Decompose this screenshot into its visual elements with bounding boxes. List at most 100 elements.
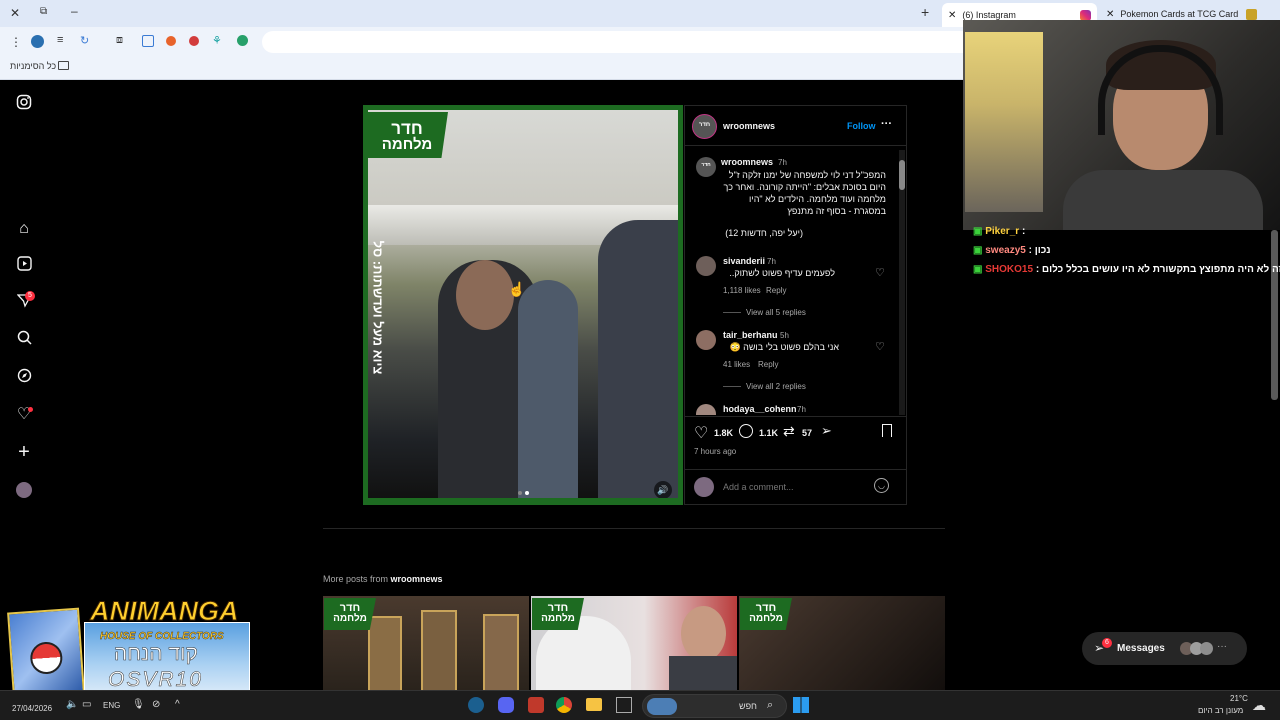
- discount-code: OSVR10: [108, 668, 203, 692]
- share-icon[interactable]: ➢: [821, 423, 832, 439]
- search-icon[interactable]: [14, 330, 34, 350]
- steam-app-icon[interactable]: [468, 697, 484, 713]
- view-replies[interactable]: View all 5 replies: [746, 308, 806, 317]
- comments-scrollbar[interactable]: [899, 150, 905, 415]
- tab-label: (6) Instagram: [962, 10, 1016, 20]
- view-replies[interactable]: View all 2 replies: [746, 382, 806, 391]
- weather-temperature[interactable]: 21°C: [1230, 694, 1248, 703]
- comment-input-bar: ◡: [685, 469, 906, 504]
- sponsor-brand: ANIMANGA: [90, 596, 239, 627]
- close-tab-icon[interactable]: ✕: [1106, 9, 1114, 20]
- weather-description[interactable]: מעונן רב היום: [1198, 706, 1243, 715]
- explore-icon[interactable]: [14, 368, 34, 388]
- comment-input[interactable]: [723, 479, 863, 495]
- likes-count[interactable]: 1.8K: [714, 428, 733, 438]
- caption-username[interactable]: wroomnews: [721, 157, 773, 167]
- more-posts-user[interactable]: wroomnews: [391, 574, 443, 584]
- comment-avatar[interactable]: [696, 330, 716, 350]
- bookmarks-all-label[interactable]: כל הסימניות: [10, 61, 56, 71]
- profile-avatar[interactable]: [16, 482, 32, 498]
- comment-likes[interactable]: 1,118 likes: [723, 286, 761, 295]
- follow-button[interactable]: Follow: [847, 121, 876, 131]
- comment-like-icon[interactable]: ♡: [875, 266, 885, 279]
- sponsor-overlay: ANIMANGA HOUSE OF COLLECTORS קוד הנחה OS…: [4, 594, 252, 699]
- comment-username[interactable]: hodaya__cohenn: [723, 404, 797, 414]
- instagram-logo-icon[interactable]: [14, 94, 34, 114]
- app-icon[interactable]: [528, 697, 544, 713]
- extension-icon[interactable]: ≡: [57, 34, 63, 46]
- new-tab-icon[interactable]: +: [921, 4, 929, 20]
- save-bookmark-icon[interactable]: [882, 424, 892, 437]
- author-username[interactable]: wroomnews: [723, 121, 775, 131]
- close-tab-icon[interactable]: ✕: [948, 10, 956, 21]
- sponsor-brand-sub: HOUSE OF COLLECTORS: [100, 631, 224, 642]
- extension-icon[interactable]: [237, 35, 248, 46]
- comment-reply[interactable]: Reply: [766, 286, 786, 295]
- person-figure: [456, 260, 514, 330]
- extension-icon[interactable]: [189, 36, 199, 46]
- app-icon[interactable]: [616, 697, 632, 713]
- caption-time: 7h: [778, 158, 787, 167]
- language-indicator[interactable]: ENG: [103, 701, 120, 710]
- comment-time: 5h: [780, 331, 789, 340]
- comment-icon[interactable]: [739, 424, 753, 438]
- comment-reply[interactable]: Reply: [758, 360, 778, 369]
- menu-dots-icon[interactable]: ⋮: [10, 35, 22, 49]
- portrait-frame: [483, 614, 519, 690]
- chrome-app-icon[interactable]: [556, 697, 572, 713]
- comment-likes[interactable]: 41 likes: [723, 360, 750, 369]
- chat-line: ▣ Piker_r :: [973, 226, 1280, 240]
- comment-like-icon[interactable]: ♡: [875, 340, 885, 353]
- volume-icon[interactable]: 🔊: [654, 481, 672, 498]
- extension-icon[interactable]: ⚘: [212, 34, 222, 47]
- extension-icon[interactable]: [142, 35, 154, 47]
- direct-messages-icon[interactable]: 5: [14, 291, 35, 313]
- create-icon[interactable]: +: [14, 442, 34, 462]
- message-avatar: [1200, 642, 1213, 655]
- muted-icon[interactable]: ⊘: [152, 699, 160, 710]
- comment-avatar[interactable]: [696, 256, 716, 276]
- scrollbar-thumb[interactable]: [899, 160, 905, 190]
- windows-start-icon[interactable]: [793, 697, 809, 713]
- discord-app-icon[interactable]: [498, 697, 514, 713]
- restore-window-icon[interactable]: ⧉: [40, 6, 47, 17]
- search-placeholder: חפש: [739, 701, 757, 711]
- speaker-icon[interactable]: 🔈: [66, 699, 78, 710]
- more-options-icon[interactable]: ···: [881, 118, 892, 130]
- extension-icon[interactable]: [31, 35, 44, 48]
- comment-username[interactable]: tair_berhanu: [723, 330, 778, 340]
- post-video[interactable]: ציוא מעל ועדשתות: סל 🔊: [368, 110, 678, 498]
- reels-icon[interactable]: [14, 256, 34, 276]
- extension-icon[interactable]: ↻: [80, 34, 89, 47]
- repost-icon[interactable]: ⇄: [783, 423, 795, 440]
- windows-taskbar: 27/04/2026 🔈 ▭ ENG 🎙 ⊘ ^ חפש ⌕ 21°C מעונ…: [0, 690, 1280, 720]
- puzzle-icon[interactable]: ⧈: [116, 34, 123, 47]
- network-icon[interactable]: ▭: [82, 699, 91, 710]
- comment-username[interactable]: sivanderii: [723, 256, 765, 266]
- messages-badge: 6: [1102, 638, 1112, 648]
- more-posts-prefix: More posts from: [323, 574, 389, 584]
- like-icon[interactable]: ♡: [694, 423, 708, 443]
- more-posts-heading: More posts from wroomnews: [323, 574, 443, 584]
- notification-dot: [28, 407, 33, 412]
- minimize-window-icon[interactable]: –: [71, 4, 78, 18]
- reposts-count[interactable]: 57: [802, 428, 812, 438]
- caption-avatar[interactable]: חדר: [696, 157, 716, 177]
- emoji-icon[interactable]: ◡: [874, 478, 889, 493]
- tray-expand-icon[interactable]: ^: [175, 699, 180, 710]
- my-avatar: [694, 477, 714, 497]
- notifications-heart-icon[interactable]: ♡: [14, 405, 34, 425]
- author-avatar[interactable]: חדר: [692, 114, 717, 139]
- extension-icon[interactable]: [166, 36, 176, 46]
- logo-line2: מלחמה: [381, 136, 433, 153]
- home-icon[interactable]: ⌂: [14, 219, 34, 239]
- close-window-icon[interactable]: ✕: [10, 6, 20, 20]
- comments-scroll-area[interactable]: חדר wroomnews 7h המפכ"ל דני לוי למשפחה ש…: [685, 150, 906, 415]
- taskbar-search[interactable]: חפש ⌕: [642, 694, 787, 718]
- thumb-logo-line2: מלחמה: [749, 613, 783, 624]
- microphone-icon[interactable]: 🎙: [132, 699, 145, 710]
- messages-button[interactable]: ➢ 6 Messages ···: [1082, 632, 1247, 665]
- file-explorer-icon[interactable]: [586, 698, 602, 711]
- comment-avatar[interactable]: [696, 404, 716, 415]
- comments-count[interactable]: 1.1K: [759, 428, 778, 438]
